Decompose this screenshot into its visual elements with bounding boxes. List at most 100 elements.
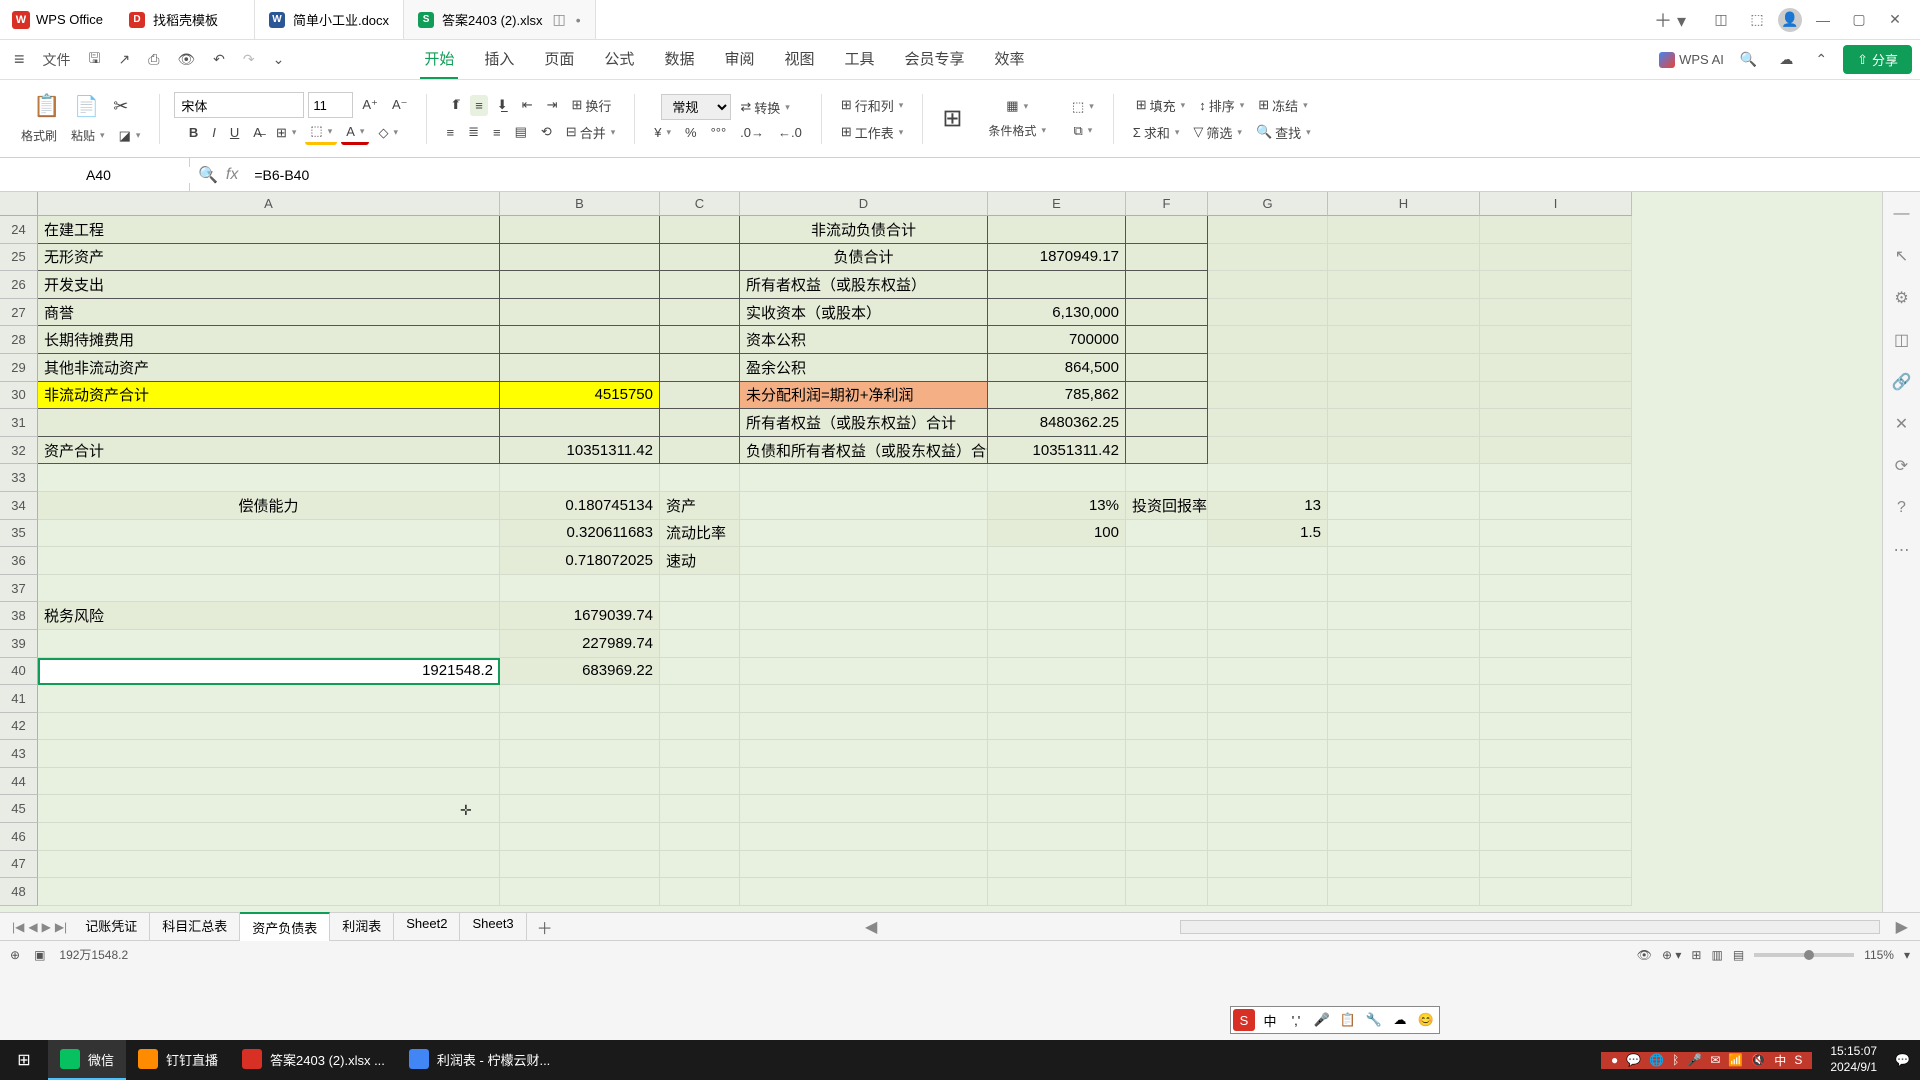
cell[interactable] (660, 216, 740, 244)
backup-icon[interactable]: ⟳ (1890, 454, 1914, 478)
font-family-select[interactable] (174, 92, 304, 118)
cell[interactable]: 开发支出 (38, 271, 500, 299)
cell[interactable] (500, 851, 660, 879)
cell[interactable] (500, 878, 660, 906)
cell[interactable] (1328, 795, 1480, 823)
sheet-tab[interactable]: Sheet3 (460, 912, 526, 941)
cell[interactable] (1208, 630, 1328, 658)
cell[interactable]: 1921548.2 (38, 658, 500, 686)
note-icon[interactable]: ◫ (1890, 328, 1914, 352)
cell[interactable]: 在建工程 (38, 216, 500, 244)
ribbon-tab[interactable]: 工具 (840, 40, 878, 79)
more-icon[interactable]: ⌄ (267, 51, 291, 68)
align-left-icon[interactable]: ≡ (441, 122, 459, 143)
cell[interactable] (1328, 299, 1480, 327)
view-eye-icon[interactable]: 👁 (1637, 948, 1652, 962)
cell[interactable] (500, 464, 660, 492)
row-header[interactable]: 30 (0, 382, 38, 410)
cell[interactable] (740, 602, 988, 630)
freeze-button[interactable]: ⊞ 冻结▾ (1253, 93, 1312, 118)
cell[interactable] (1126, 795, 1208, 823)
cell[interactable] (1480, 464, 1632, 492)
fx-icon[interactable]: fx (226, 166, 238, 184)
copy-icon[interactable]: 📄 (69, 91, 104, 122)
view-page-icon[interactable]: ▥ (1711, 948, 1722, 962)
row-header[interactable]: 43 (0, 740, 38, 768)
cube-icon[interactable]: ⬚ (1742, 5, 1772, 35)
cell[interactable] (1328, 382, 1480, 410)
tray-wechat-icon[interactable]: 💬 (1626, 1053, 1641, 1067)
cell[interactable]: 未分配利润=期初+净利润 (740, 382, 988, 410)
cell[interactable] (660, 437, 740, 465)
cell[interactable] (1480, 851, 1632, 879)
rowcol-button[interactable]: ⊞ 行和列▾ (836, 93, 908, 118)
cell[interactable] (1126, 768, 1208, 796)
cell[interactable] (1328, 713, 1480, 741)
cell[interactable] (988, 685, 1126, 713)
wrap-button[interactable]: ⊞ 换行 (567, 93, 617, 118)
ime-keyboard-icon[interactable]: 📋 (1337, 1009, 1359, 1031)
cell[interactable] (1208, 547, 1328, 575)
tray-recording[interactable]: ● 💬 🌐 ᛒ 🎤 ✉ 📶 🔇 中 S (1601, 1052, 1812, 1069)
column-header[interactable]: E (988, 192, 1126, 216)
cell[interactable] (1208, 382, 1328, 410)
cell[interactable] (660, 658, 740, 686)
orientation-icon[interactable]: ⟲ (536, 121, 557, 143)
border-button[interactable]: ⊞▾ (271, 122, 301, 144)
redo-icon[interactable]: ↷ (237, 51, 261, 68)
taskbar-clock[interactable]: 15:15:07 2024/9/1 (1822, 1044, 1885, 1075)
view-focus-icon[interactable]: ⊕ ▾ (1662, 948, 1681, 962)
tray-vol-icon[interactable]: 🔇 (1751, 1053, 1766, 1067)
cell[interactable]: 1.5 (1208, 520, 1328, 548)
cell[interactable] (1126, 713, 1208, 741)
taskbar-app[interactable]: 钉钉直播 (126, 1040, 230, 1080)
cell[interactable] (660, 354, 740, 382)
cell[interactable] (1208, 740, 1328, 768)
cell[interactable] (1126, 354, 1208, 382)
cell[interactable] (1126, 630, 1208, 658)
underline-button[interactable]: U (225, 122, 244, 143)
sheet-tab[interactable]: 记账凭证 (73, 912, 150, 941)
cell[interactable] (500, 216, 660, 244)
increase-font-icon[interactable]: A⁺ (357, 94, 383, 116)
row-header[interactable]: 41 (0, 685, 38, 713)
cell[interactable] (1328, 354, 1480, 382)
cell[interactable]: 683969.22 (500, 658, 660, 686)
ribbon-tab[interactable]: 审阅 (720, 40, 758, 79)
print-preview-icon[interactable]: 👁 (171, 51, 201, 68)
row-header[interactable]: 47 (0, 851, 38, 879)
cell[interactable] (38, 795, 500, 823)
cell[interactable] (1328, 768, 1480, 796)
cell[interactable] (1208, 216, 1328, 244)
wps-ai-button[interactable]: WPS AI (1659, 52, 1724, 68)
sum-button[interactable]: Σ 求和▾ (1128, 120, 1185, 145)
ribbon-tab[interactable]: 会员专享 (901, 40, 969, 79)
cell[interactable] (1328, 520, 1480, 548)
row-header[interactable]: 45 (0, 795, 38, 823)
cell[interactable]: 8480362.25 (988, 409, 1126, 437)
cell[interactable] (38, 630, 500, 658)
sheet-tab[interactable]: 资产负债表 (240, 912, 330, 941)
row-header[interactable]: 25 (0, 244, 38, 272)
row-header[interactable]: 34 (0, 492, 38, 520)
cell[interactable] (1328, 437, 1480, 465)
row-header[interactable]: 29 (0, 354, 38, 382)
cell[interactable]: 700000 (988, 326, 1126, 354)
cell[interactable] (740, 547, 988, 575)
document-tab[interactable]: W简单小工业.docx (255, 0, 404, 39)
tray-mail-icon[interactable]: ✉ (1710, 1053, 1720, 1067)
collapse-sidebar-icon[interactable]: — (1890, 202, 1914, 226)
share-button[interactable]: ⇧ 分享 (1843, 45, 1912, 74)
zoom-formula-icon[interactable]: 🔍 (198, 165, 218, 185)
document-tab[interactable]: D找稻壳模板 (115, 0, 255, 39)
cell[interactable]: 864,500 (988, 354, 1126, 382)
column-header[interactable]: G (1208, 192, 1328, 216)
cell[interactable] (38, 740, 500, 768)
column-header[interactable]: C (660, 192, 740, 216)
cell[interactable] (660, 878, 740, 906)
cell[interactable] (38, 547, 500, 575)
cell[interactable] (988, 271, 1126, 299)
zoom-level[interactable]: 115% (1864, 948, 1894, 962)
maximize-button[interactable]: ▢ (1844, 5, 1874, 35)
more-sidebar-icon[interactable]: ⋯ (1890, 538, 1914, 562)
